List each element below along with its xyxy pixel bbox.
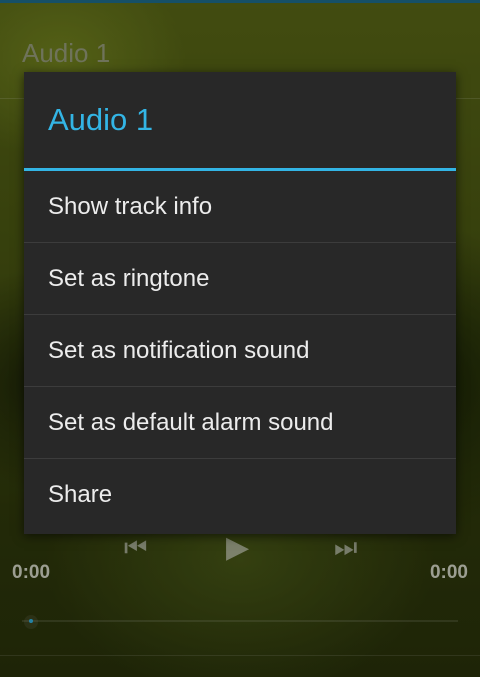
menu-list: Show track info Set as ringtone Set as n… — [24, 171, 456, 531]
menu-item-show-track-info[interactable]: Show track info — [24, 171, 456, 243]
dialog-title: Audio 1 — [48, 102, 154, 137]
menu-item-set-as-default-alarm-sound[interactable]: Set as default alarm sound — [24, 387, 456, 459]
menu-item-share[interactable]: Share — [24, 459, 456, 531]
context-menu-dialog: Audio 1 Show track info Set as ringtone … — [24, 72, 456, 534]
menu-item-set-as-ringtone[interactable]: Set as ringtone — [24, 243, 456, 315]
menu-item-set-as-notification-sound[interactable]: Set as notification sound — [24, 315, 456, 387]
